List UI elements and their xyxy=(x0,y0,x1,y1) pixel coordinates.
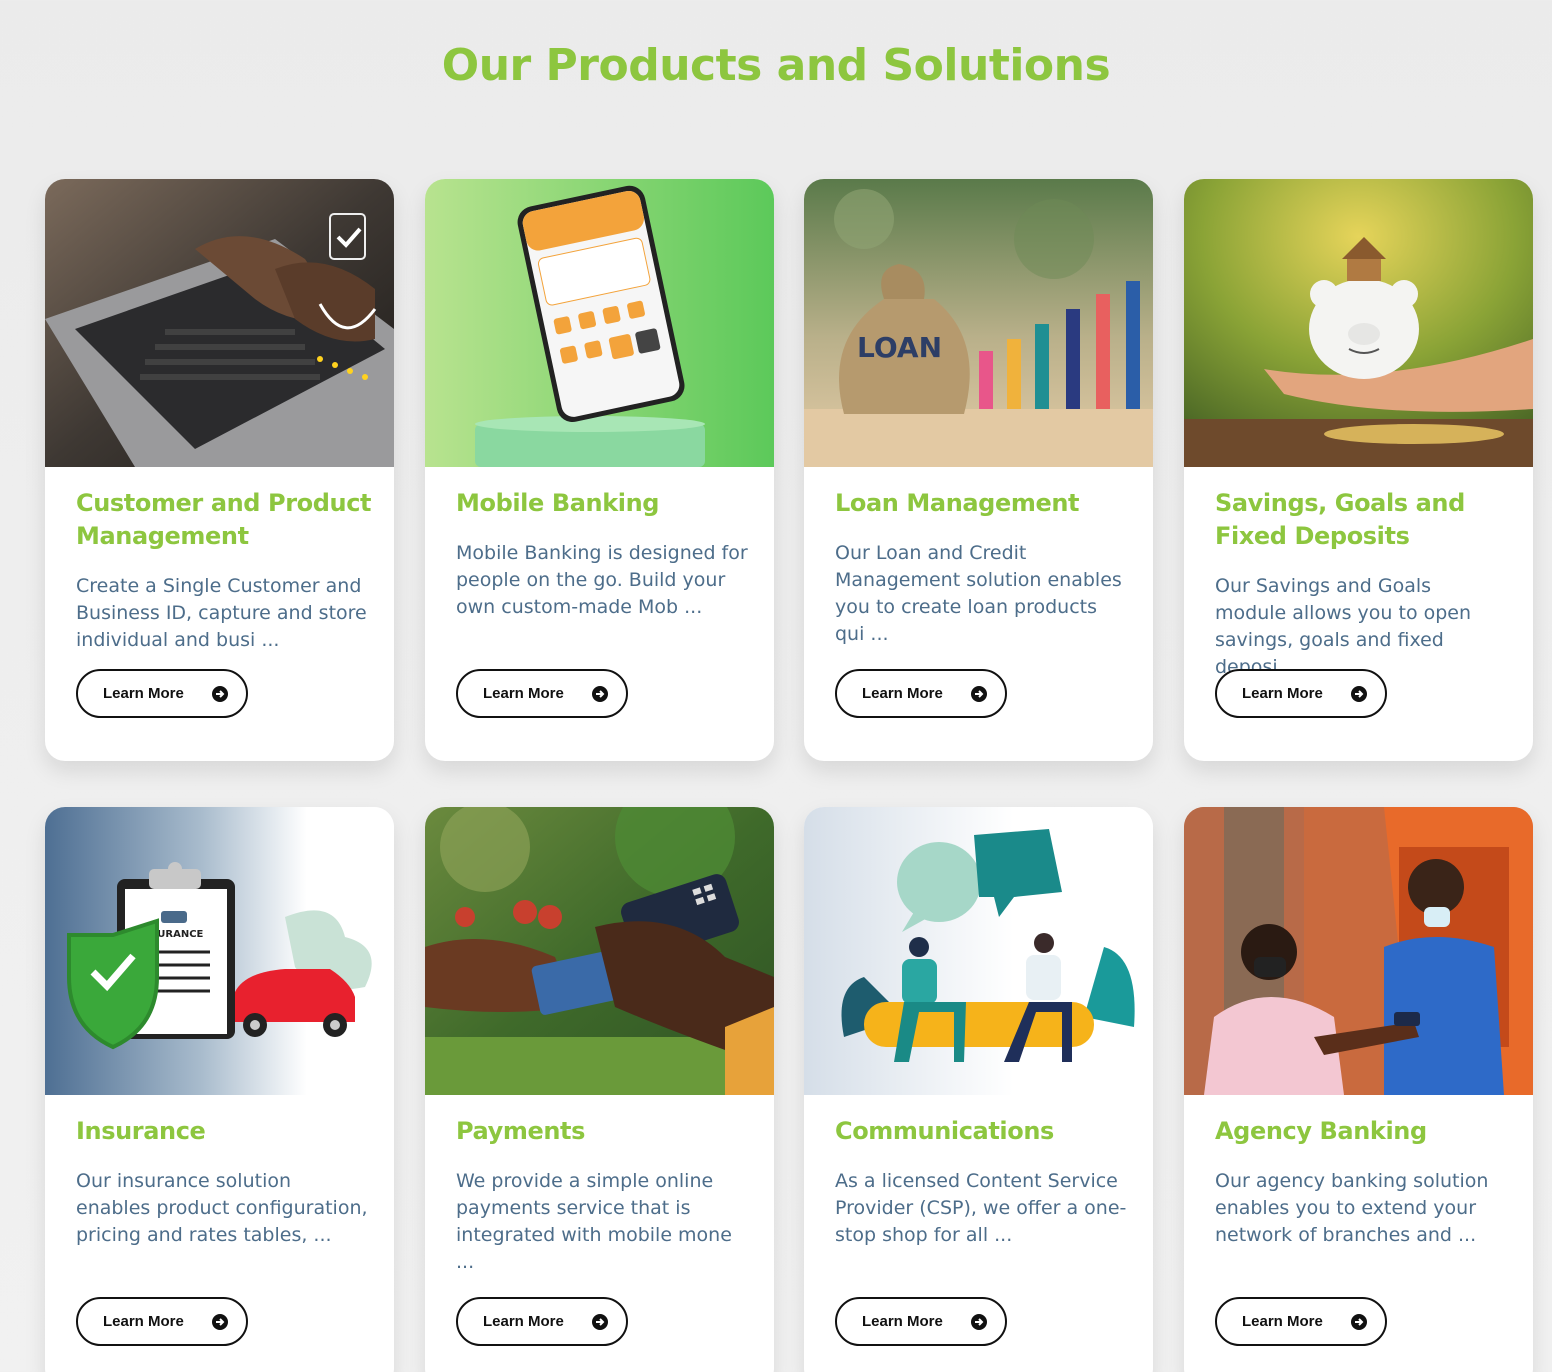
card-title: Payments xyxy=(456,1117,585,1145)
card-title: Agency Banking xyxy=(1215,1117,1427,1145)
arrow-circle-right-icon xyxy=(971,686,987,702)
card-description: Mobile Banking is designed for people on… xyxy=(456,542,748,618)
product-card-customer-management: Customer and Product Management Create a… xyxy=(45,179,394,761)
chat-illustration-image xyxy=(804,807,1153,1095)
product-card-mobile-banking: Mobile Banking Mobile Banking is designe… xyxy=(425,179,774,761)
insurance-illustration-image: INSURANCE xyxy=(45,807,394,1095)
card-description: Our Loan and Credit Management solution … xyxy=(835,542,1122,645)
arrow-circle-right-icon xyxy=(592,1314,608,1330)
card-description: Our agency banking solution enables you … xyxy=(1215,1170,1489,1246)
card-description: Create a Single Customer and Business ID… xyxy=(76,575,367,651)
card-description: We provide a simple online payments serv… xyxy=(456,1170,732,1273)
card-description: Our Savings and Goals module allows you … xyxy=(1215,575,1472,678)
learn-more-button[interactable]: Learn More xyxy=(1215,1297,1387,1346)
product-card-agency-banking: Agency Banking Our agency banking soluti… xyxy=(1184,807,1533,1372)
learn-more-button[interactable]: Learn More xyxy=(76,1297,248,1346)
arrow-circle-right-icon xyxy=(1351,686,1367,702)
product-card-payments: Payments We provide a simple online paym… xyxy=(425,807,774,1372)
product-card-savings: Savings, Goals and Fixed Deposits Our Sa… xyxy=(1184,179,1533,761)
product-card-loan-management: LOAN Loan Management Our Loan and Credit… xyxy=(804,179,1153,761)
card-title: Savings, Goals and Fixed Deposits xyxy=(1215,489,1465,550)
learn-more-button[interactable]: Learn More xyxy=(1215,669,1387,718)
piggy-bank-image xyxy=(1184,179,1533,467)
product-card-insurance: INSURANCE Insurance Our insurance soluti… xyxy=(45,807,394,1372)
loan-bag-text: LOAN xyxy=(857,331,942,364)
card-title: Loan Management xyxy=(835,489,1080,517)
card-description: Our insurance solution enables product c… xyxy=(76,1170,368,1246)
arrow-circle-right-icon xyxy=(212,686,228,702)
section-title: Our Products and Solutions xyxy=(441,40,1111,91)
card-description: As a licensed Content Service Provider (… xyxy=(835,1170,1127,1246)
card-payment-image xyxy=(425,807,774,1095)
agent-kiosk-image xyxy=(1184,807,1533,1095)
mobile-phone-image xyxy=(425,179,774,467)
product-card-communications: Communications As a licensed Content Ser… xyxy=(804,807,1153,1372)
arrow-circle-right-icon xyxy=(212,1314,228,1330)
learn-more-button[interactable]: Learn More xyxy=(76,669,248,718)
learn-more-button[interactable]: Learn More xyxy=(456,1297,628,1346)
arrow-circle-right-icon xyxy=(1351,1314,1367,1330)
arrow-circle-right-icon xyxy=(971,1314,987,1330)
card-title: Customer and Product Management xyxy=(76,489,372,550)
learn-more-button[interactable]: Learn More xyxy=(835,669,1007,718)
learn-more-button[interactable]: Learn More xyxy=(456,669,628,718)
loan-bag-image: LOAN xyxy=(804,179,1153,467)
learn-more-button[interactable]: Learn More xyxy=(835,1297,1007,1346)
arrow-circle-right-icon xyxy=(592,686,608,702)
card-title: Insurance xyxy=(76,1117,206,1145)
laptop-typing-image xyxy=(45,179,394,467)
card-title: Communications xyxy=(835,1117,1054,1145)
card-title: Mobile Banking xyxy=(456,489,660,517)
